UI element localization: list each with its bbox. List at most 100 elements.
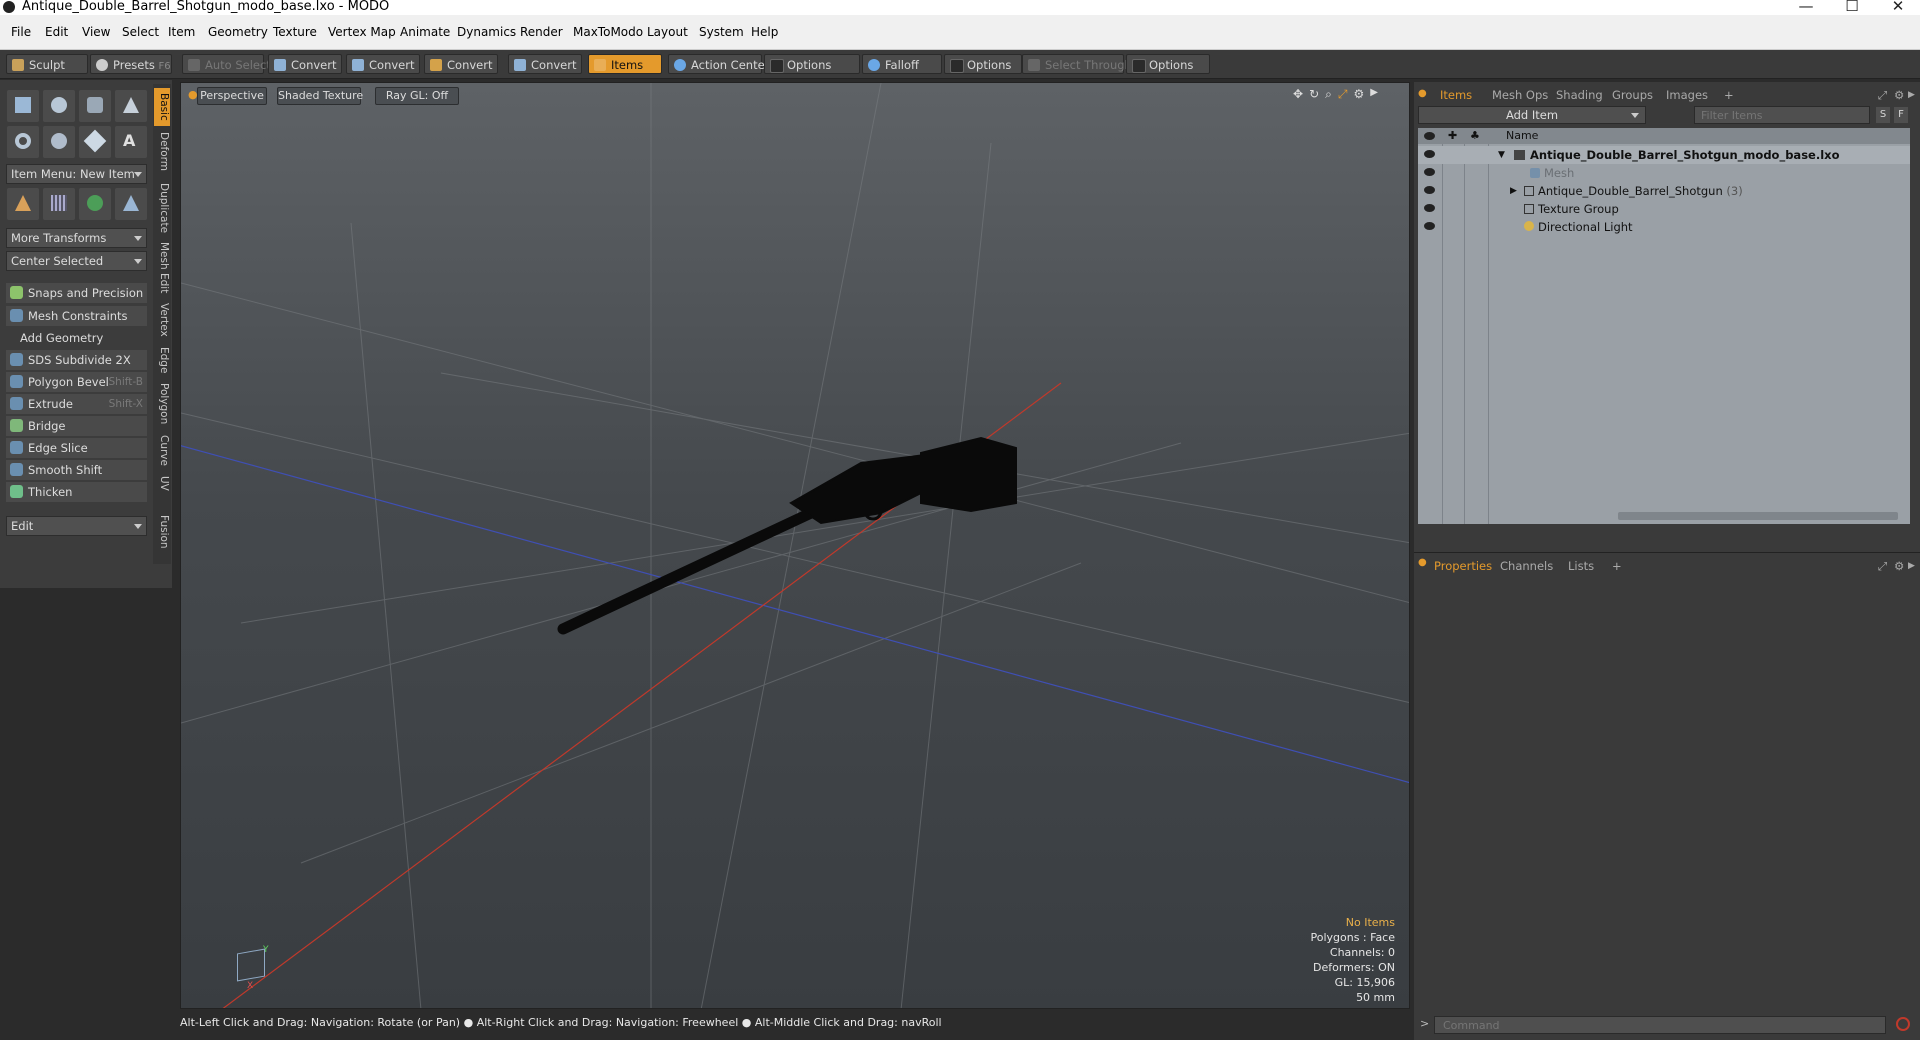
extrude-button[interactable]: Extrude Shift-X <box>6 394 147 414</box>
menu-vertex-map[interactable]: Vertex Map <box>328 25 396 39</box>
sphere-tool[interactable] <box>43 90 75 122</box>
items-mode-button[interactable]: Items <box>588 54 662 74</box>
3d-viewport[interactable]: ● Perspective Shaded Texture Ray GL: Off… <box>180 82 1410 1009</box>
cube-tool[interactable] <box>7 90 39 122</box>
mesh-constraints-button[interactable]: Mesh Constraints <box>6 306 147 326</box>
expand-icon[interactable]: ⤢ <box>1878 557 1887 575</box>
options-button-1[interactable]: Options <box>764 54 860 74</box>
torus-tool[interactable] <box>7 126 39 158</box>
tab-basic[interactable]: Basic <box>154 88 170 126</box>
gear-icon[interactable]: ⚙ <box>1353 87 1364 103</box>
capsule-tool[interactable] <box>43 126 75 158</box>
expand-icon[interactable]: ⤢ <box>1878 86 1887 104</box>
sds-subdivide-button[interactable]: SDS Subdivide 2X <box>6 350 147 370</box>
zoom-icon[interactable]: ⌕ <box>1325 87 1332 103</box>
tree-row-texture-group[interactable]: Texture Group <box>1418 200 1910 218</box>
convert-button-2[interactable]: Convert <box>346 54 420 74</box>
polygon-bevel-button[interactable]: Polygon Bevel Shift-B <box>6 372 147 392</box>
menu-edit[interactable]: Edit <box>45 25 68 39</box>
cylinder-tool[interactable] <box>79 90 111 122</box>
arrow-right-icon[interactable]: ▶ <box>1908 86 1915 104</box>
eye-icon[interactable] <box>1424 186 1435 194</box>
s-toggle-button[interactable]: S <box>1876 107 1890 123</box>
action-center-button[interactable]: Action Center <box>668 54 769 74</box>
tab-uv[interactable]: UV <box>154 472 170 494</box>
text-tool[interactable]: A <box>115 126 147 158</box>
record-icon[interactable] <box>1896 1017 1910 1031</box>
tab-vertex[interactable]: Vertex <box>154 300 170 340</box>
edit-dropdown[interactable]: Edit <box>6 516 147 536</box>
menu-animate[interactable]: Animate <box>400 25 450 39</box>
snaps-precision-button[interactable]: Snaps and Precision <box>6 283 147 303</box>
add-geometry-section[interactable]: Add Geometry <box>6 329 147 347</box>
horizontal-scrollbar[interactable] <box>1618 512 1898 520</box>
more-transforms-dropdown[interactable]: More Transforms <box>6 228 147 248</box>
tab-mesh-edit[interactable]: Mesh Edit <box>154 240 170 296</box>
options-button-3[interactable]: Options <box>1126 54 1210 74</box>
convert-button-3[interactable]: Convert <box>424 54 498 74</box>
arrow-right-icon[interactable]: ▶ <box>1908 557 1915 575</box>
rotate-tool[interactable] <box>79 188 111 220</box>
f-toggle-button[interactable]: F <box>1894 107 1908 123</box>
rotate-icon[interactable]: ↻ <box>1309 87 1319 103</box>
menu-file[interactable]: File <box>11 25 31 39</box>
tab-edge[interactable]: Edge <box>154 344 170 376</box>
command-input[interactable] <box>1434 1016 1886 1034</box>
tab-channels[interactable]: Channels <box>1500 557 1553 575</box>
maximize-icon[interactable]: ⤢ <box>1338 87 1348 103</box>
convert-button-1[interactable]: Convert <box>268 54 342 74</box>
sculpt-button[interactable]: Sculpt <box>6 54 88 74</box>
tab-properties[interactable]: Properties <box>1434 557 1492 575</box>
tab-lists[interactable]: Lists <box>1568 557 1594 575</box>
falloff-button[interactable]: Falloff <box>862 54 942 74</box>
eye-icon[interactable] <box>1424 168 1435 176</box>
menu-select[interactable]: Select <box>122 25 159 39</box>
tab-deform[interactable]: Deform <box>154 130 170 174</box>
scale-tool[interactable] <box>115 188 147 220</box>
convert-button-4[interactable]: Convert <box>508 54 582 74</box>
tab-items[interactable]: Items <box>1440 86 1472 104</box>
add-tab-icon[interactable]: + <box>1724 86 1734 104</box>
menu-geometry[interactable]: Geometry <box>208 25 268 39</box>
arrow-right-icon[interactable]: ▶ <box>1370 87 1378 103</box>
tree-row-mesh[interactable]: Mesh <box>1418 164 1910 182</box>
menu-system[interactable]: System <box>699 25 744 39</box>
perspective-button[interactable]: Perspective <box>197 87 267 105</box>
menu-help[interactable]: Help <box>751 25 778 39</box>
gear-icon[interactable]: ⚙ <box>1894 557 1904 575</box>
tab-groups[interactable]: Groups <box>1612 86 1653 104</box>
transform-tool[interactable] <box>7 188 39 220</box>
tree-row-group[interactable]: ▶ Antique_Double_Barrel_Shotgun (3) <box>1418 182 1910 200</box>
menu-layout[interactable]: Layout <box>647 25 688 39</box>
name-column-header[interactable]: Name <box>1506 128 1538 144</box>
shading-mode-button[interactable]: Shaded Texture <box>277 87 363 105</box>
eye-icon[interactable] <box>1424 222 1435 230</box>
pen-tool[interactable] <box>79 126 111 158</box>
tab-fusion[interactable]: Fusion <box>154 512 170 552</box>
panel-menu-icon[interactable]: ● <box>1418 557 1427 568</box>
move-icon[interactable]: ✥ <box>1293 87 1303 103</box>
tab-duplicate[interactable]: Duplicate <box>154 180 170 236</box>
menu-texture[interactable]: Texture <box>273 25 317 39</box>
eye-icon[interactable] <box>1424 204 1435 212</box>
add-item-dropdown[interactable]: Add Item <box>1418 106 1646 124</box>
options-button-2[interactable]: Options <box>944 54 1022 74</box>
panel-menu-icon[interactable]: ● <box>1418 88 1427 99</box>
edge-slice-button[interactable]: Edge Slice <box>6 438 147 458</box>
tree-row-light[interactable]: Directional Light <box>1418 218 1910 236</box>
cone-tool[interactable] <box>115 90 147 122</box>
eye-icon[interactable] <box>1424 150 1435 158</box>
auto-select-button[interactable]: Auto Select <box>182 54 271 74</box>
presets-button[interactable]: Presets F6 <box>90 54 172 74</box>
thicken-button[interactable]: Thicken <box>6 482 147 502</box>
menu-maxtomodo[interactable]: MaxToModo <box>573 25 643 39</box>
menu-render[interactable]: Render <box>520 25 563 39</box>
add-tab-icon[interactable]: + <box>1612 557 1622 575</box>
tab-images[interactable]: Images <box>1666 86 1708 104</box>
tab-shading[interactable]: Shading <box>1556 86 1603 104</box>
raygl-button[interactable]: Ray GL: Off <box>375 87 459 105</box>
smooth-shift-button[interactable]: Smooth Shift <box>6 460 147 480</box>
menu-item[interactable]: Item <box>168 25 195 39</box>
gear-icon[interactable]: ⚙ <box>1894 86 1904 104</box>
item-menu-dropdown[interactable]: Item Menu: New Item <box>6 164 147 184</box>
